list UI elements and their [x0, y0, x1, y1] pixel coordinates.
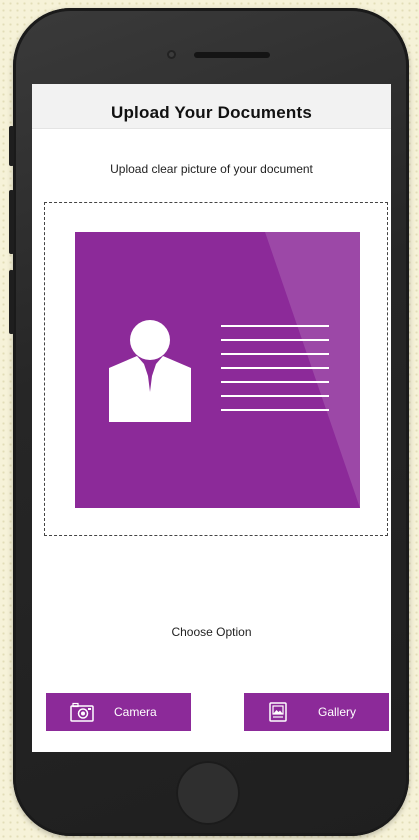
mute-switch: [9, 126, 14, 166]
camera-icon: [70, 702, 94, 722]
person-icon: [109, 320, 191, 422]
app-header: Upload Your Documents: [32, 84, 391, 129]
volume-down-button: [9, 270, 14, 334]
choose-option-label: Choose Option: [171, 625, 252, 639]
gallery-button-label: Gallery: [318, 705, 357, 719]
id-card-illustration: [75, 232, 360, 508]
upload-instruction: Upload clear picture of your document: [110, 162, 313, 176]
volume-up-button: [9, 190, 14, 254]
text-line: [221, 381, 329, 383]
text-line: [221, 409, 329, 411]
text-line: [221, 353, 329, 355]
text-line: [221, 325, 329, 327]
text-line: [221, 395, 329, 397]
text-line: [221, 339, 329, 341]
image-gallery-icon: [269, 702, 287, 722]
page-title: Upload Your Documents: [111, 103, 312, 122]
home-button[interactable]: [176, 761, 240, 825]
text-line: [221, 367, 329, 369]
camera-button[interactable]: Camera: [46, 693, 191, 731]
front-camera: [167, 50, 176, 59]
app-screen: Upload Your Documents Upload clear pictu…: [32, 84, 391, 752]
earpiece-speaker: [194, 52, 270, 58]
gallery-button[interactable]: Gallery: [244, 693, 389, 731]
camera-button-label: Camera: [114, 705, 157, 719]
